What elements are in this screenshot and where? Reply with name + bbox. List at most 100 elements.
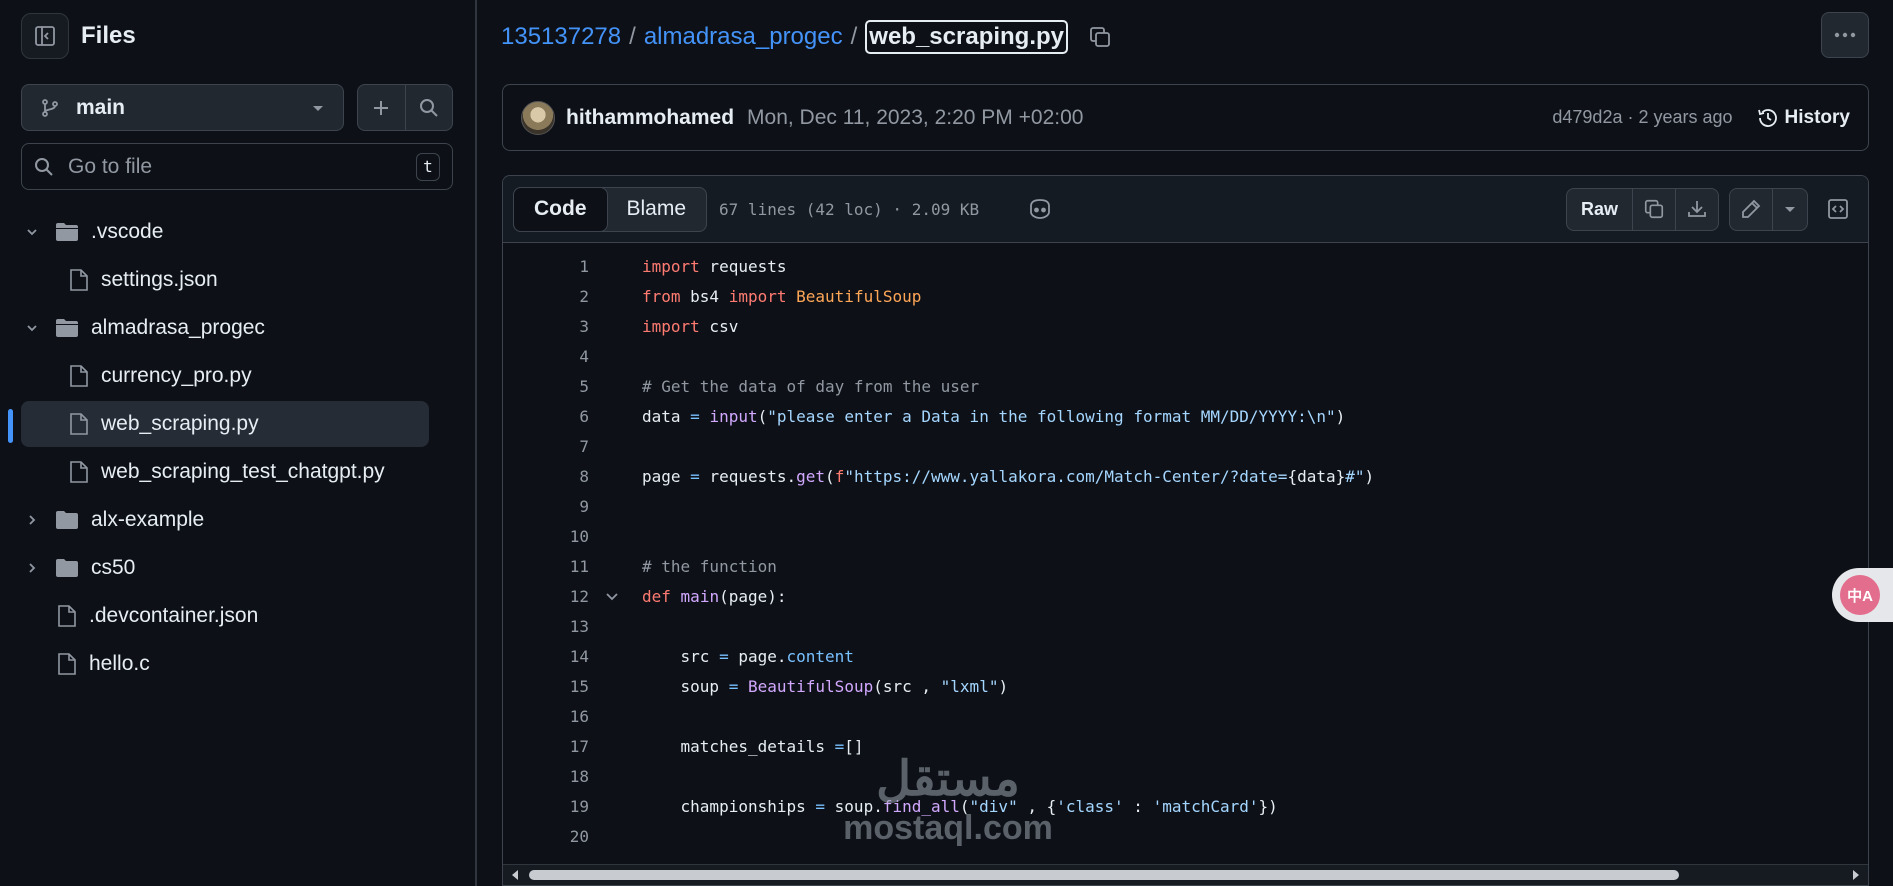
search-files-button[interactable] — [404, 85, 453, 130]
file-icon — [69, 460, 89, 484]
copy-path-button[interactable] — [1088, 25, 1112, 49]
edit-button[interactable] — [1730, 189, 1772, 230]
branch-selector[interactable]: main — [21, 84, 344, 131]
line-number[interactable]: 4 — [503, 347, 589, 366]
search-icon — [419, 98, 438, 117]
go-to-file-input[interactable]: Go to file t — [21, 143, 453, 190]
tree-folder-cs50[interactable]: cs50 — [21, 545, 429, 591]
tree-folder-almadrasa-progec[interactable]: almadrasa_progec — [21, 305, 429, 351]
tree-file-settings-json[interactable]: settings.json — [21, 257, 429, 303]
tree-item-label: currency_pro.py — [101, 364, 252, 387]
tree-item-label: hello.c — [89, 652, 150, 675]
line-number[interactable]: 18 — [503, 767, 589, 786]
collapse-sidebar-button[interactable] — [21, 13, 69, 59]
code-line: 9 — [503, 491, 1868, 521]
line-number[interactable]: 17 — [503, 737, 589, 756]
line-number[interactable]: 14 — [503, 647, 589, 666]
tree-file-web-scraping-test[interactable]: web_scraping_test_chatgpt.py — [21, 449, 429, 495]
avatar[interactable] — [521, 100, 555, 135]
commit-date: Mon, Dec 11, 2023, 2:20 PM +02:00 — [747, 105, 1084, 129]
breadcrumb-repo-link[interactable]: 135137278 — [501, 23, 621, 51]
chevron-down-icon — [21, 225, 43, 239]
branch-icon — [42, 98, 58, 117]
file-icon — [69, 268, 89, 292]
code-square-icon — [1828, 199, 1848, 219]
commit-sha-age[interactable]: d479d2a · 2 years ago — [1552, 107, 1732, 128]
breadcrumb-separator: / — [629, 23, 636, 50]
code-text: page = requests.get(f"https://www.yallak… — [642, 466, 1375, 486]
tree-folder-alx-example[interactable]: alx-example — [21, 497, 429, 543]
symbols-panel-button[interactable] — [1818, 189, 1858, 230]
tab-blame[interactable]: Blame — [607, 188, 707, 231]
line-number[interactable]: 15 — [503, 677, 589, 696]
breadcrumb-folder-link[interactable]: almadrasa_progec — [644, 23, 843, 51]
tree-file-devcontainer[interactable]: .devcontainer.json — [21, 593, 429, 639]
horizontal-scrollbar[interactable] — [503, 864, 1868, 885]
tree-item-label: cs50 — [91, 556, 136, 579]
line-number[interactable]: 12 — [503, 587, 589, 606]
caret-down-icon — [313, 105, 323, 111]
code-line: 12 def main(page): — [503, 581, 1868, 611]
copilot-button[interactable] — [1027, 198, 1053, 220]
raw-button[interactable]: Raw — [1567, 189, 1632, 230]
scrollbar-thumb[interactable] — [529, 870, 1679, 880]
breadcrumb-separator: / — [850, 23, 858, 50]
add-file-button[interactable] — [358, 85, 405, 130]
download-button[interactable] — [1675, 188, 1718, 230]
tree-file-web-scraping[interactable]: web_scraping.py — [21, 401, 429, 447]
line-number[interactable]: 10 — [503, 527, 589, 546]
line-number[interactable]: 20 — [503, 827, 589, 846]
view-mode-toggle: Code Blame — [513, 186, 708, 232]
tree-item-label: alx-example — [91, 508, 205, 531]
scroll-right-icon[interactable] — [1850, 869, 1862, 881]
code-text: # the function — [642, 556, 777, 576]
line-number[interactable]: 11 — [503, 557, 589, 576]
line-number[interactable]: 16 — [503, 707, 589, 726]
line-number[interactable]: 19 — [503, 797, 589, 816]
translate-extension-button[interactable]: 中A — [1832, 568, 1893, 622]
tree-file-currency-pro[interactable]: currency_pro.py — [21, 353, 429, 399]
tab-code[interactable]: Code — [513, 186, 608, 232]
tree-item-label: web_scraping_test_chatgpt.py — [101, 460, 385, 483]
line-number[interactable]: 1 — [503, 257, 589, 276]
scroll-left-icon[interactable] — [509, 869, 521, 881]
edit-actions-group — [1729, 187, 1808, 231]
code-line: 6 data = input("please enter a Data in th… — [503, 401, 1868, 431]
copy-icon — [1644, 199, 1664, 219]
code-line: 15 soup = BeautifulSoup(src , "lxml") — [503, 671, 1868, 701]
commit-author[interactable]: hithammohamed — [566, 106, 734, 130]
plus-icon — [374, 100, 389, 115]
code-line: 3 import csv — [503, 311, 1868, 341]
code-text: data = input("please enter a Data in the… — [642, 406, 1346, 426]
line-number[interactable]: 7 — [503, 437, 589, 456]
line-number[interactable]: 8 — [503, 467, 589, 486]
line-number[interactable]: 3 — [503, 317, 589, 336]
chevron-right-icon — [21, 561, 43, 575]
line-number[interactable]: 13 — [503, 617, 589, 636]
search-icon — [35, 157, 53, 176]
line-number[interactable]: 9 — [503, 497, 589, 516]
copy-icon — [1090, 27, 1110, 47]
code-line: 11 # the function — [503, 551, 1868, 581]
file-icon — [69, 412, 89, 436]
tree-file-hello-c[interactable]: hello.c — [21, 641, 429, 687]
copy-raw-button[interactable] — [1632, 188, 1675, 230]
code-text: import requests — [642, 256, 787, 276]
go-to-file-placeholder: Go to file — [68, 154, 153, 178]
edit-dropdown-button[interactable] — [1772, 188, 1807, 230]
code-line: 4 — [503, 341, 1868, 371]
code-text: soup = BeautifulSoup(src , "lxml") — [642, 676, 1009, 696]
tree-folder-vscode[interactable]: .vscode — [21, 209, 429, 255]
code-text: matches_details =[] — [642, 736, 864, 756]
line-number[interactable]: 6 — [503, 407, 589, 426]
history-icon — [1757, 108, 1777, 127]
code-lines[interactable]: 1 import requests 2 from bs4 import Beauti… — [503, 243, 1868, 885]
more-options-button[interactable] — [1821, 12, 1869, 58]
fold-chevron-icon[interactable] — [604, 588, 620, 604]
history-button[interactable]: History — [1757, 107, 1850, 129]
copilot-icon — [1030, 199, 1051, 219]
line-number[interactable]: 5 — [503, 377, 589, 396]
line-number[interactable]: 2 — [503, 287, 589, 306]
raw-actions-group: Raw — [1565, 187, 1719, 231]
code-line: 2 from bs4 import BeautifulSoup — [503, 281, 1868, 311]
